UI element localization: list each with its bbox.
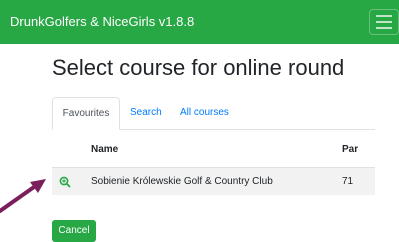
- zoom-in-icon[interactable]: [59, 175, 71, 193]
- page-title: Select course for online round: [52, 55, 345, 80]
- column-header-par: Par: [342, 144, 359, 155]
- tab-all-courses[interactable]: All courses: [180, 97, 229, 129]
- course-par: 71: [342, 176, 354, 187]
- course-tabs: Favourites Search All courses: [52, 97, 375, 130]
- annotation-arrow-icon: [0, 179, 46, 213]
- column-header-name: Name: [91, 144, 119, 155]
- course-name: Sobienie Królewskie Golf & Country Club: [91, 176, 273, 187]
- navbar: DrunkGolfers & NiceGirls v1.8.8: [0, 0, 399, 44]
- tab-favourites[interactable]: Favourites: [52, 97, 120, 130]
- cancel-button[interactable]: Cancel: [52, 220, 96, 242]
- hamburger-menu-icon[interactable]: [369, 9, 399, 35]
- tab-search[interactable]: Search: [130, 97, 162, 129]
- brand-title[interactable]: DrunkGolfers & NiceGirls v1.8.8: [10, 14, 194, 29]
- table-row[interactable]: Sobienie Królewskie Golf & Country Club …: [52, 167, 375, 195]
